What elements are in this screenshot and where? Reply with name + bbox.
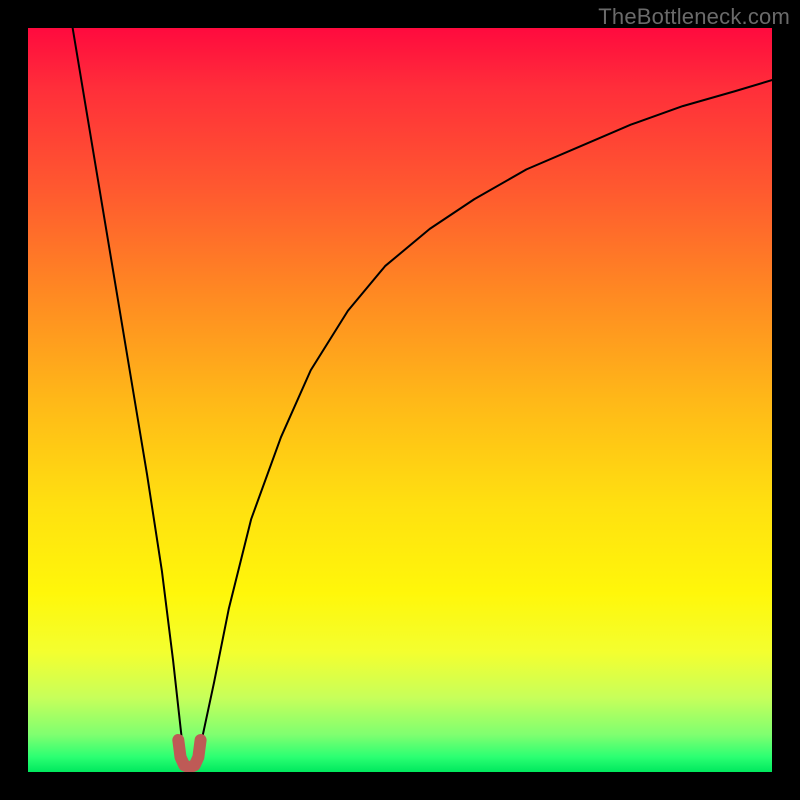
watermark-text: TheBottleneck.com: [598, 4, 790, 30]
bottleneck-curve: [73, 28, 772, 767]
chart-frame: TheBottleneck.com: [0, 0, 800, 800]
plot-area: [28, 28, 772, 772]
valley-marker: [178, 740, 200, 768]
chart-svg: [28, 28, 772, 772]
curve-group: [73, 28, 772, 768]
